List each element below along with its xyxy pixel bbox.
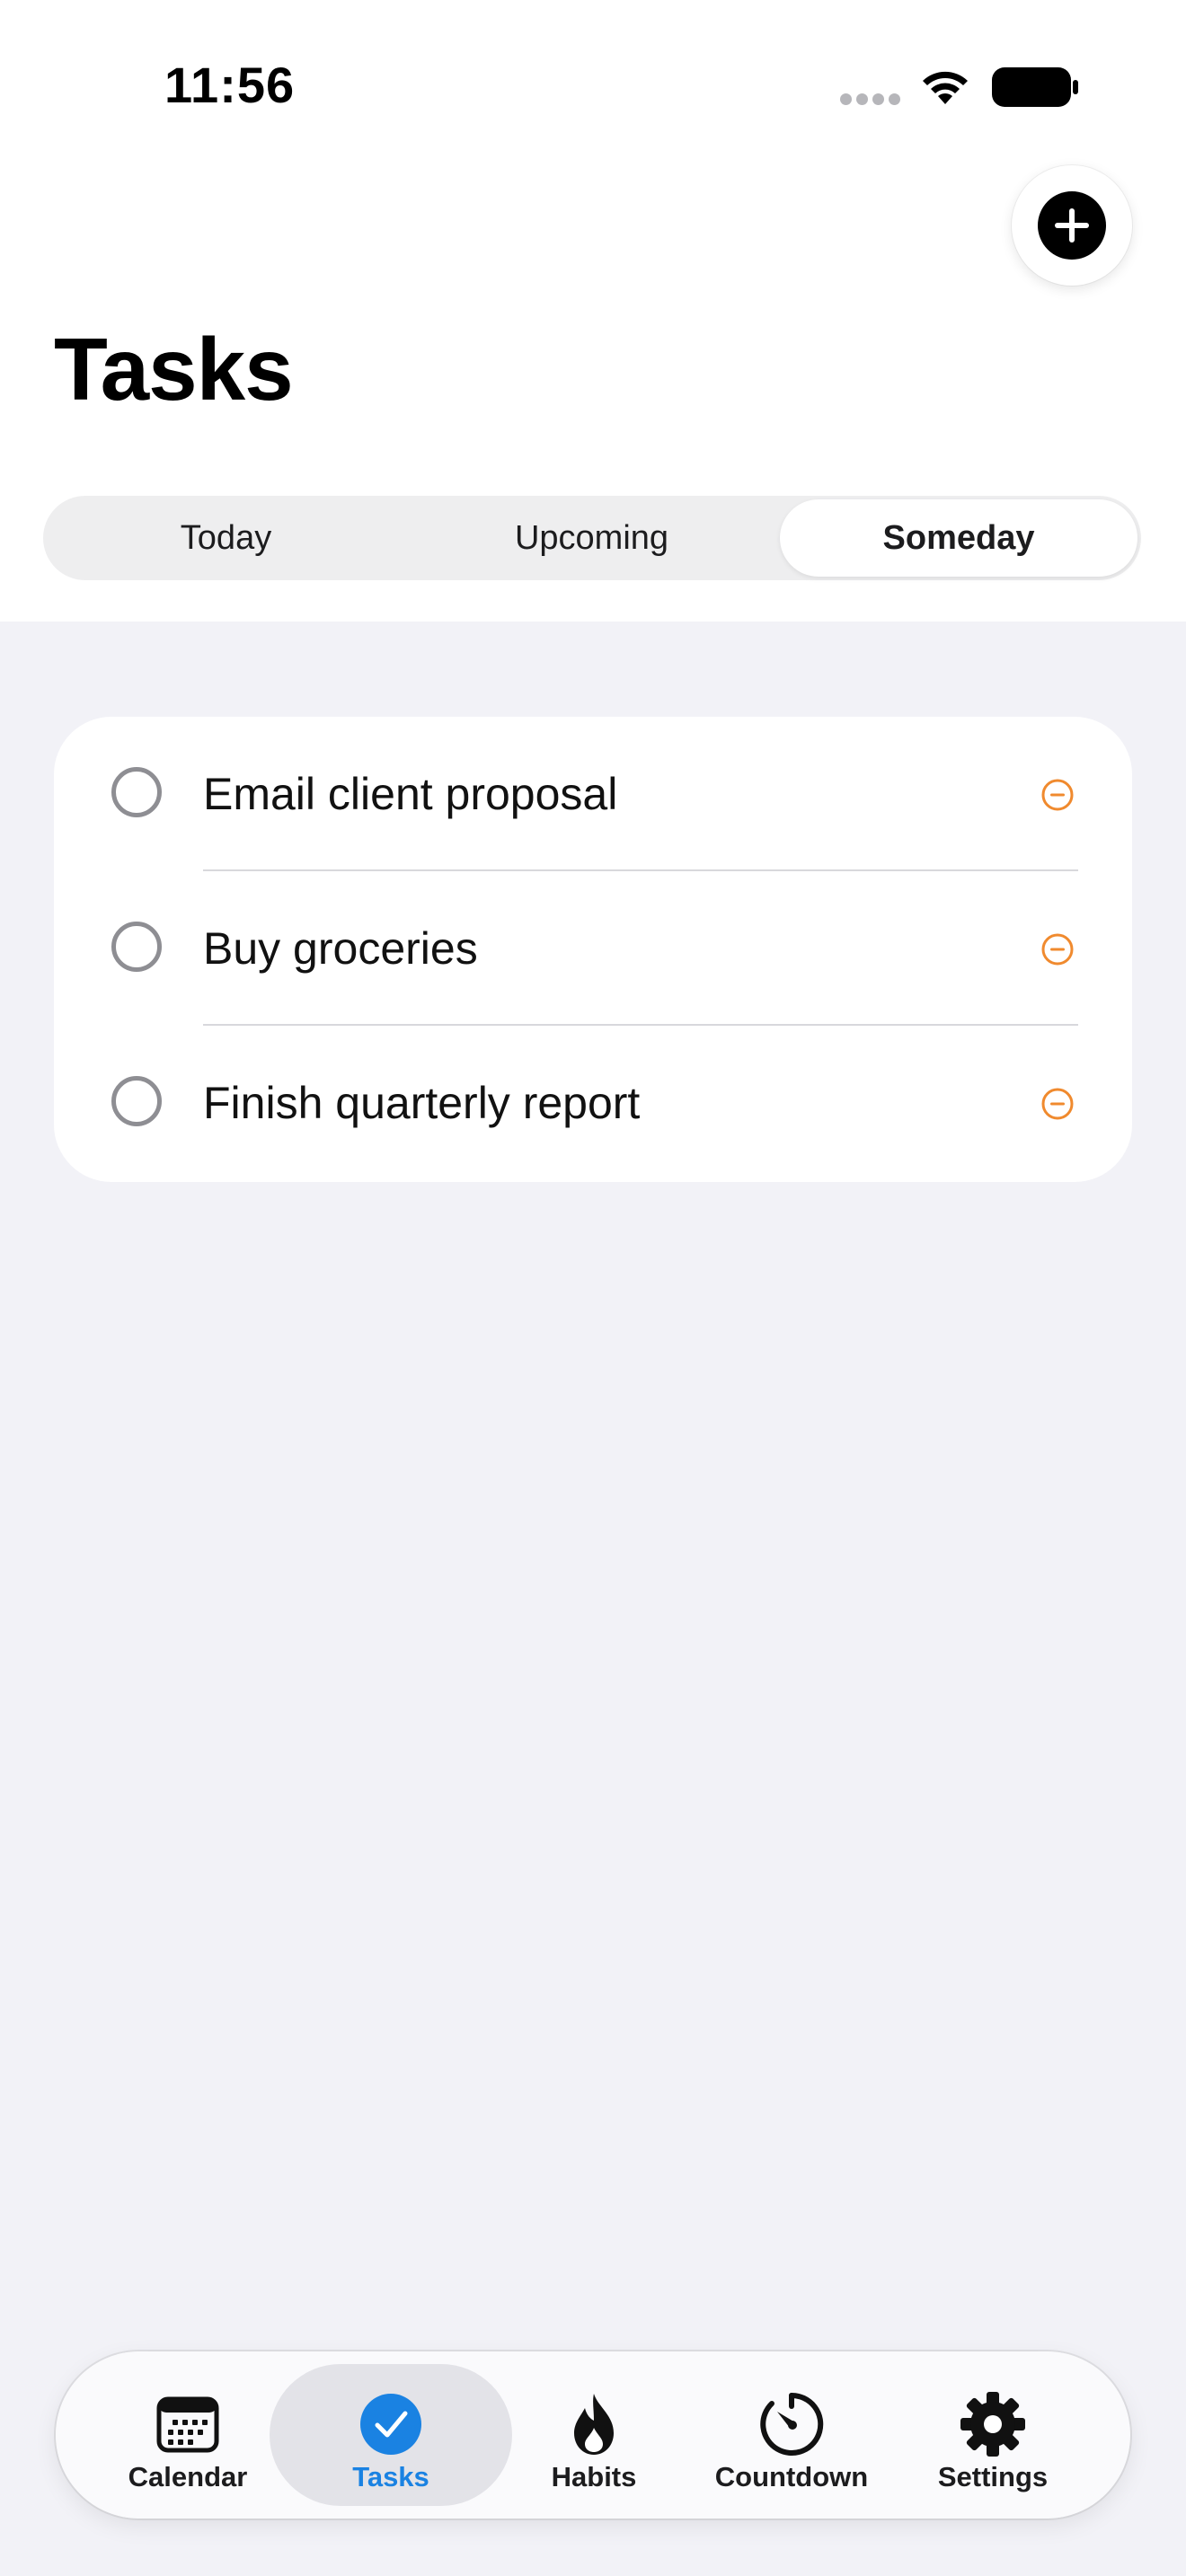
calendar-icon <box>156 2396 219 2453</box>
tab-label: Tasks <box>352 2461 429 2492</box>
task-list: Email client proposal Buy groceries Fini… <box>54 717 1132 1182</box>
status-time: 11:56 <box>164 57 296 113</box>
tab-habits[interactable]: Habits <box>492 2364 695 2506</box>
segment-label: Upcoming <box>514 518 669 557</box>
tab-settings[interactable]: Settings <box>891 2364 1094 2506</box>
tab-calendar[interactable]: Calendar <box>86 2364 289 2506</box>
timer-icon <box>760 2392 824 2456</box>
priority-minus-icon[interactable] <box>1040 778 1075 812</box>
task-row[interactable]: Finish quarterly report <box>54 1026 1132 1180</box>
tab-countdown[interactable]: Countdown <box>690 2364 893 2506</box>
task-title: Finish quarterly report <box>203 1078 641 1128</box>
page-title: Tasks <box>54 320 294 419</box>
tab-label: Habits <box>551 2461 637 2492</box>
segmented-control: Today Upcoming Someday <box>43 496 1141 580</box>
task-complete-checkbox[interactable] <box>111 922 162 972</box>
segment-upcoming[interactable]: Upcoming <box>409 496 774 580</box>
task-row[interactable]: Email client proposal <box>54 717 1132 871</box>
segment-label: Someday <box>882 518 1035 557</box>
wifi-icon <box>923 71 968 104</box>
priority-minus-icon[interactable] <box>1040 1087 1075 1121</box>
tab-label: Calendar <box>128 2461 248 2492</box>
segment-someday[interactable]: Someday <box>780 499 1137 577</box>
task-complete-checkbox[interactable] <box>111 1076 162 1126</box>
gear-icon <box>960 2392 1025 2457</box>
priority-minus-icon[interactable] <box>1040 932 1075 966</box>
segment-today[interactable]: Today <box>43 496 409 580</box>
task-complete-checkbox[interactable] <box>111 767 162 817</box>
battery-icon <box>992 67 1078 107</box>
task-title: Email client proposal <box>203 769 618 819</box>
tab-bar: Calendar Tasks Habits Countdown Settings <box>56 2351 1130 2519</box>
task-row[interactable]: Buy groceries <box>54 871 1132 1026</box>
tab-tasks[interactable]: Tasks <box>270 2364 512 2506</box>
checkmark-circle-icon <box>360 2394 421 2455</box>
add-task-button[interactable] <box>1012 165 1132 286</box>
segment-label: Today <box>180 518 272 557</box>
plus-circle-icon <box>1038 191 1106 260</box>
tab-label: Settings <box>937 2461 1049 2492</box>
cellular-signal-icon <box>840 93 905 110</box>
tab-label: Countdown <box>714 2461 869 2492</box>
flame-icon <box>574 2394 614 2455</box>
task-title: Buy groceries <box>203 923 478 974</box>
